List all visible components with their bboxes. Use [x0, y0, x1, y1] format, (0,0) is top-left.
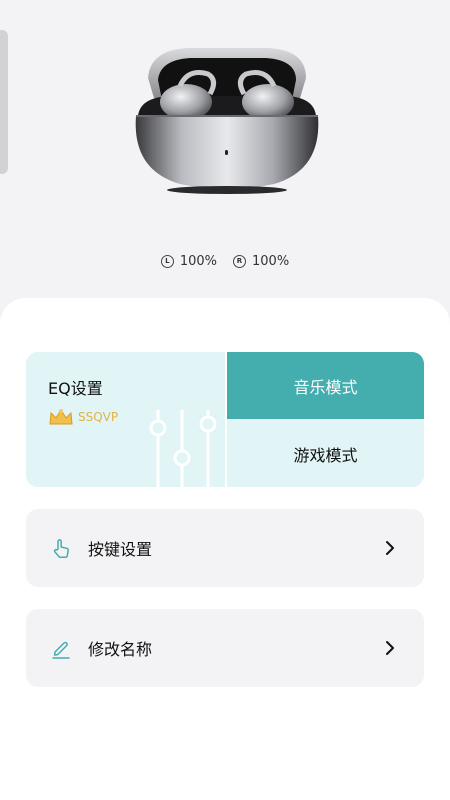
rename-label: 修改名称	[88, 640, 153, 659]
left-battery: L 100%	[160, 254, 217, 269]
pen-icon	[52, 641, 70, 659]
left-battery-value: 100%	[179, 254, 217, 269]
key-settings-label: 按键设置	[88, 540, 153, 559]
eq-title: EQ设置	[48, 379, 103, 398]
eq-info-panel[interactable]: EQ设置 SSQVP	[26, 352, 225, 487]
right-battery-value: 100%	[252, 254, 290, 269]
earbuds-case-image	[135, 48, 319, 194]
tap-hand-icon	[53, 539, 69, 559]
music-mode-button[interactable]: 音乐模式	[227, 352, 424, 419]
left-earbud-badge: L	[160, 255, 174, 268]
battery-status-row: L 100% R 100%	[0, 254, 450, 269]
vip-badge: SSQVP	[48, 408, 118, 426]
chevron-right-icon	[386, 641, 394, 655]
crown-icon	[49, 409, 73, 425]
side-drawer-handle[interactable]	[0, 30, 8, 174]
right-earbud-badge: R	[233, 255, 246, 268]
game-mode-button[interactable]: 游戏模式	[227, 420, 424, 487]
vip-label: SSQVP	[78, 410, 119, 424]
earbuds-device-page: L 100% R 100% EQ设置 SSQVP 音乐模式 游戏模式 按键设置 …	[0, 0, 450, 800]
key-settings-row[interactable]: 按键设置	[26, 509, 424, 587]
right-battery: R 100%	[233, 254, 289, 269]
rename-row[interactable]: 修改名称	[26, 609, 424, 687]
eq-settings-card: EQ设置 SSQVP 音乐模式 游戏模式	[26, 352, 424, 487]
equalizer-sliders-icon	[149, 410, 217, 487]
chevron-right-icon	[386, 541, 394, 555]
